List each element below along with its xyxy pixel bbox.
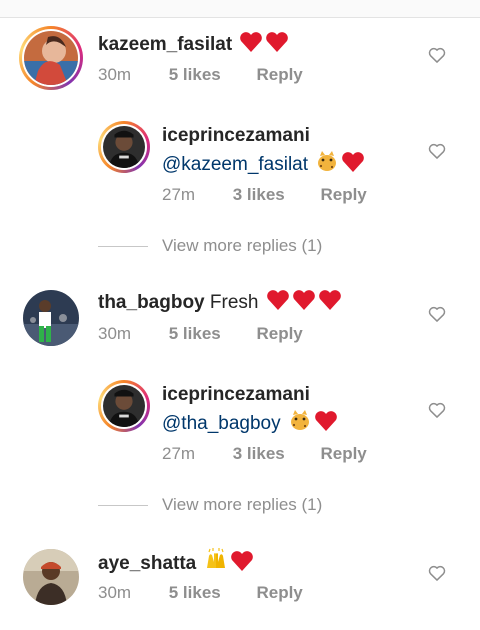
comment-meta: 27m 3 likes Reply (162, 185, 367, 205)
avatar-photo (23, 549, 79, 605)
like-heart-icon[interactable] (427, 563, 447, 583)
comment-meta: 30m 5 likes Reply (98, 65, 303, 85)
comment-meta: 30m 5 likes Reply (98, 324, 303, 344)
like-heart-icon[interactable] (427, 304, 447, 324)
comment-meta: 27m 3 likes Reply (162, 444, 367, 464)
likes-count[interactable]: 5 likes (169, 65, 252, 85)
divider-dash (98, 246, 148, 248)
timestamp: 30m (98, 324, 132, 343)
view-more-replies-link[interactable]: View more replies (1) (98, 236, 322, 256)
red-heart-emoji (292, 290, 315, 310)
timestamp: 30m (98, 65, 132, 84)
username[interactable]: iceprincezamani (162, 125, 310, 146)
reply-button[interactable]: Reply (256, 65, 302, 85)
avatar-photo (103, 126, 145, 168)
red-heart-emoji (315, 411, 337, 431)
red-heart-emoji (266, 32, 289, 52)
reply-button[interactable]: Reply (320, 185, 366, 205)
divider-dash (98, 505, 148, 507)
comment-body: Fresh (209, 292, 259, 313)
comment-text-line: kazeem_fasilat (98, 31, 289, 57)
avatar[interactable] (98, 121, 150, 173)
reply-button[interactable]: Reply (256, 583, 302, 603)
avatar[interactable] (23, 549, 79, 605)
red-heart-emoji (240, 32, 263, 52)
raising-hands-emoji (206, 548, 225, 568)
like-heart-icon[interactable] (427, 45, 447, 65)
mention-link[interactable]: @kazeem_fasilat (162, 154, 308, 175)
leopard-emoji (318, 151, 337, 171)
like-heart-icon[interactable] (427, 400, 447, 420)
comment-text-line: iceprincezamani (162, 383, 310, 407)
timestamp: 30m (98, 583, 132, 602)
timestamp: 27m (162, 185, 196, 204)
red-heart-emoji (266, 290, 289, 310)
red-heart-emoji (342, 152, 365, 172)
username[interactable]: kazeem_fasilat (98, 34, 232, 55)
username[interactable]: tha_bagboy (98, 292, 205, 313)
timestamp: 27m (162, 444, 196, 463)
avatar-photo (23, 290, 79, 346)
mention-link[interactable]: @tha_bagboy (162, 413, 281, 434)
view-more-label: View more replies (1) (162, 495, 323, 514)
likes-count[interactable]: 3 likes (233, 444, 316, 464)
leopard-emoji (290, 410, 309, 430)
like-heart-icon[interactable] (427, 141, 447, 161)
comment-text-line: aye_shatta (98, 548, 254, 576)
likes-count[interactable]: 5 likes (169, 324, 252, 344)
avatar[interactable] (23, 290, 79, 346)
avatar-photo (103, 385, 145, 427)
reply-button[interactable]: Reply (256, 324, 302, 344)
view-more-replies-link[interactable]: View more replies (1) (98, 495, 322, 515)
comment-text-line: @tha_bagboy (162, 408, 338, 436)
likes-count[interactable]: 3 likes (233, 185, 316, 205)
comment-meta: 30m 5 likes Reply (98, 583, 303, 603)
likes-count[interactable]: 5 likes (169, 583, 252, 603)
avatar-photo (24, 31, 78, 85)
avatar[interactable] (98, 380, 150, 432)
username[interactable]: aye_shatta (98, 553, 196, 574)
comment-text-line: @kazeem_fasilat (162, 149, 365, 177)
red-heart-emoji (318, 290, 341, 310)
comment-text-line: iceprincezamani (162, 124, 310, 148)
red-heart-emoji (230, 551, 253, 571)
reply-button[interactable]: Reply (320, 444, 366, 464)
username[interactable]: iceprincezamani (162, 384, 310, 405)
avatar[interactable] (19, 26, 83, 90)
top-divider-bar (0, 0, 480, 18)
comment-text-line: tha_bagboy Fresh (98, 289, 342, 315)
view-more-label: View more replies (1) (162, 236, 323, 255)
